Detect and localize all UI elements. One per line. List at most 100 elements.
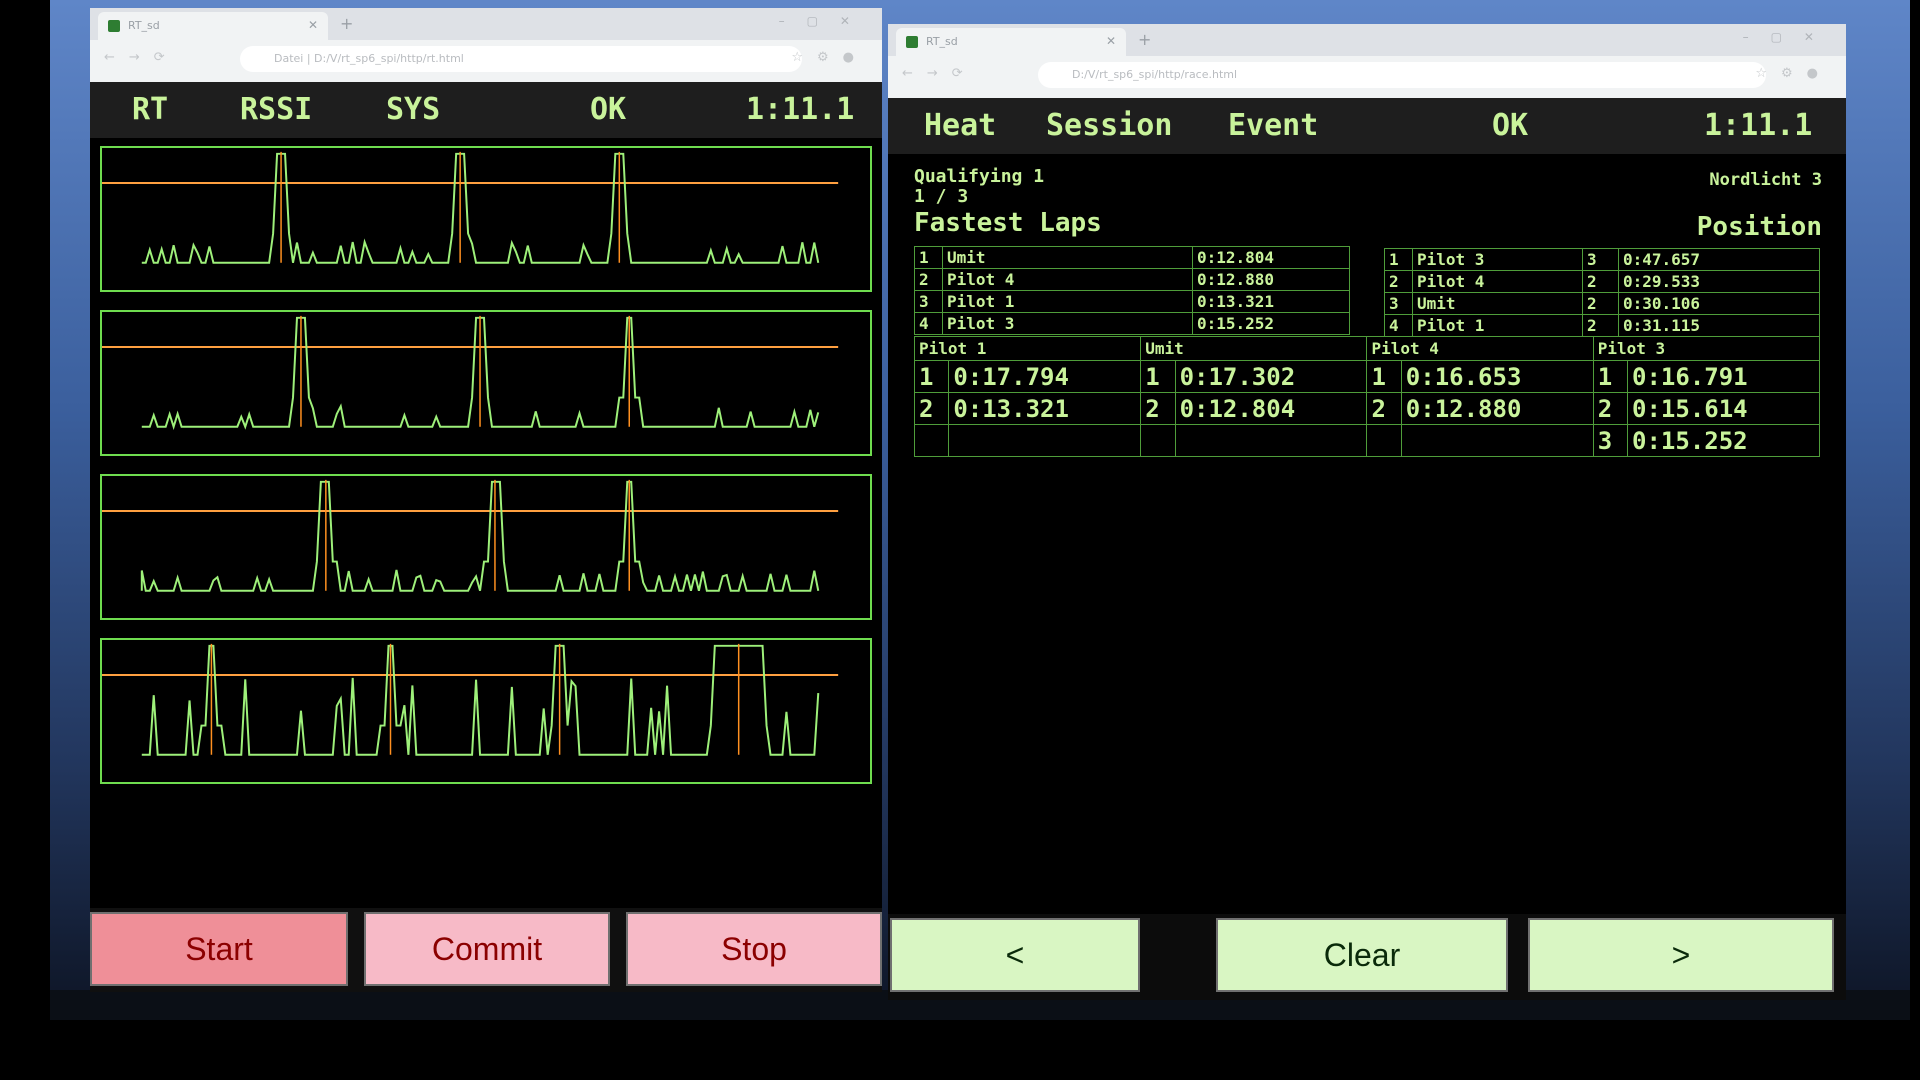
stop-button[interactable]: Stop: [626, 912, 882, 986]
position-table: 1 Pilot 3 3 0:47.657 2 Pilot 4 2 0:29.533 3 Umit 2…: [1384, 248, 1820, 337]
address-bar[interactable]: D:/V/rt_sp6_spi/http/race.html: [1038, 62, 1766, 88]
favicon-icon: [906, 36, 918, 48]
address-bar[interactable]: Datei | D:/V/rt_sp6_spi/http/rt.html: [240, 46, 802, 72]
start-button[interactable]: Start: [90, 912, 348, 986]
control-buttons: Start Commit Stop: [90, 908, 882, 992]
lap-time-cell: 0:15.614: [1627, 392, 1820, 425]
lap-time-cell: 0:15.252: [1627, 424, 1820, 457]
rank-cell: 1: [1384, 248, 1413, 271]
browser-tab[interactable]: RT_sd ✕: [896, 28, 1126, 56]
table-row: 2 Pilot 4 0:12.880: [914, 268, 1350, 291]
rank-cell: 4: [1384, 314, 1413, 337]
rank-cell: 3: [1384, 292, 1413, 315]
lap-number-cell: [1366, 424, 1402, 457]
browser-tab[interactable]: RT_sd ✕: [98, 12, 328, 40]
next-button[interactable]: >: [1528, 918, 1834, 992]
lap-number-cell: 1: [1140, 360, 1176, 393]
window-controls[interactable]: –▢✕: [1743, 30, 1836, 44]
pilot-cell: Pilot 1: [942, 290, 1193, 313]
rssi-graphs: [90, 138, 882, 908]
tab-title: RT_sd: [926, 35, 958, 48]
pilot-cell: Umit: [1412, 292, 1583, 315]
table-row: 1 Umit 0:12.804: [914, 246, 1350, 269]
table-row: 1 Pilot 3 3 0:47.657: [1384, 248, 1820, 271]
lap-time-cell: [1174, 424, 1368, 457]
time-cell: 0:31.115: [1618, 314, 1820, 337]
commit-button[interactable]: Commit: [364, 912, 610, 986]
rank-cell: 2: [1384, 270, 1413, 293]
tab-event[interactable]: Event: [1228, 108, 1318, 143]
table-row: 2 0:13.321 2 0:12.804 2 0:12.880 2 0:15.614: [913, 392, 1820, 425]
mode-sys[interactable]: SYS: [386, 92, 440, 127]
rank-cell: 2: [914, 268, 943, 291]
time-cell: 0:13.321: [1192, 290, 1350, 313]
toolbar-icons[interactable]: ☆⚙●: [791, 50, 868, 65]
time-cell: 0:15.252: [1192, 312, 1350, 335]
rssi-trace: [141, 644, 820, 756]
lap-number-cell: 2: [1592, 392, 1629, 425]
mode-rt[interactable]: RT: [132, 92, 168, 127]
lap-time-cell: 0:12.804: [1174, 392, 1368, 425]
lap-time-cell: [948, 424, 1142, 457]
time-cell: 0:30.106: [1618, 292, 1820, 315]
laps-cell: 2: [1582, 292, 1619, 315]
pilot-cell: Pilot 3: [1412, 248, 1583, 271]
nav-buttons-row: < Clear >: [888, 914, 1846, 1000]
lap-number-cell: 1: [1592, 360, 1629, 393]
favicon-icon: [108, 20, 120, 32]
tab-heat[interactable]: Heat: [924, 108, 996, 143]
lap-number-cell: 2: [1366, 392, 1402, 425]
laps-cell: 2: [1582, 270, 1619, 293]
column-header: Umit: [1140, 336, 1368, 361]
time-cell: 0:47.657: [1618, 248, 1820, 271]
nav-buttons[interactable]: ←→⟳: [902, 66, 977, 81]
race-content: Qualifying 1 1 / 3 Nordlicht 3 Fastest L…: [888, 154, 1846, 914]
table-row: 3 Umit 2 0:30.106: [1384, 292, 1820, 315]
rssi-graph-4: [100, 638, 872, 784]
column-header: Pilot 3: [1592, 336, 1821, 361]
close-tab-icon[interactable]: ✕: [308, 18, 318, 32]
rssi-trace: [140, 480, 820, 592]
table-row: 1 0:17.794 1 0:17.302 1 0:16.653 1 0:16.791: [913, 360, 1820, 393]
race-time: 1:11.1: [746, 92, 855, 127]
pilot-cell: Pilot 3: [942, 312, 1193, 335]
location-label: Nordlicht 3: [1709, 170, 1822, 190]
nav-buttons[interactable]: ←→⟳: [104, 50, 179, 65]
clear-button[interactable]: Clear: [1216, 918, 1508, 992]
heat-progress: 1 / 3: [914, 186, 969, 207]
lap-number-cell: 1: [913, 360, 950, 393]
tab-session[interactable]: Session: [1046, 108, 1172, 143]
status-header: RT RSSI SYS OK 1:11.1: [90, 82, 882, 138]
lap-time-cell: [1400, 424, 1594, 457]
pilot-cell: Umit: [942, 246, 1193, 269]
tab-title: RT_sd: [128, 19, 160, 32]
toolbar-icons[interactable]: ☆⚙●: [1755, 66, 1832, 81]
race-browser-window: RT_sd ✕ + –▢✕ ←→⟳ D:/V/rt_sp6_spi/http/r…: [888, 24, 1846, 1000]
column-header: Pilot 1: [913, 336, 1142, 361]
pilot-cell: Pilot 1: [1412, 314, 1583, 337]
lap-number-cell: [1140, 424, 1176, 457]
rank-cell: 1: [914, 246, 943, 269]
lap-number-cell: 3: [1592, 424, 1629, 457]
lap-number-cell: 2: [913, 392, 950, 425]
close-tab-icon[interactable]: ✕: [1106, 34, 1116, 48]
lap-time-cell: 0:16.653: [1400, 360, 1594, 393]
new-tab-button[interactable]: +: [1138, 30, 1151, 49]
window-controls[interactable]: –▢✕: [779, 14, 872, 28]
race-time: 1:11.1: [1704, 108, 1813, 143]
new-tab-button[interactable]: +: [340, 14, 353, 33]
fastest-laps-table: 1 Umit 0:12.804 2 Pilot 4 0:12.880 3 Pilot 1 0:1…: [914, 246, 1350, 335]
lap-time-cell: 0:12.880: [1400, 392, 1594, 425]
table-row: 4 Pilot 3 0:15.252: [914, 312, 1350, 335]
lap-number-cell: 1: [1366, 360, 1402, 393]
table-row: 3 0:15.252: [913, 424, 1820, 457]
race-header: Heat Session Event OK 1:11.1: [888, 98, 1846, 154]
table-row: 2 Pilot 4 2 0:29.533: [1384, 270, 1820, 293]
laps-cell: 2: [1582, 314, 1619, 337]
table-row: 3 Pilot 1 0:13.321: [914, 290, 1350, 313]
rank-cell: 4: [914, 312, 943, 335]
mode-rssi[interactable]: RSSI: [240, 92, 312, 127]
lap-times-table: Pilot 1 Umit Pilot 4 Pilot 3 1 0:17.794 1 0:17.…: [913, 336, 1821, 457]
prev-button[interactable]: <: [890, 918, 1140, 992]
browser-chrome: RT_sd ✕ + –▢✕ ←→⟳ Datei | D:/V/rt_sp6_sp…: [90, 8, 882, 82]
